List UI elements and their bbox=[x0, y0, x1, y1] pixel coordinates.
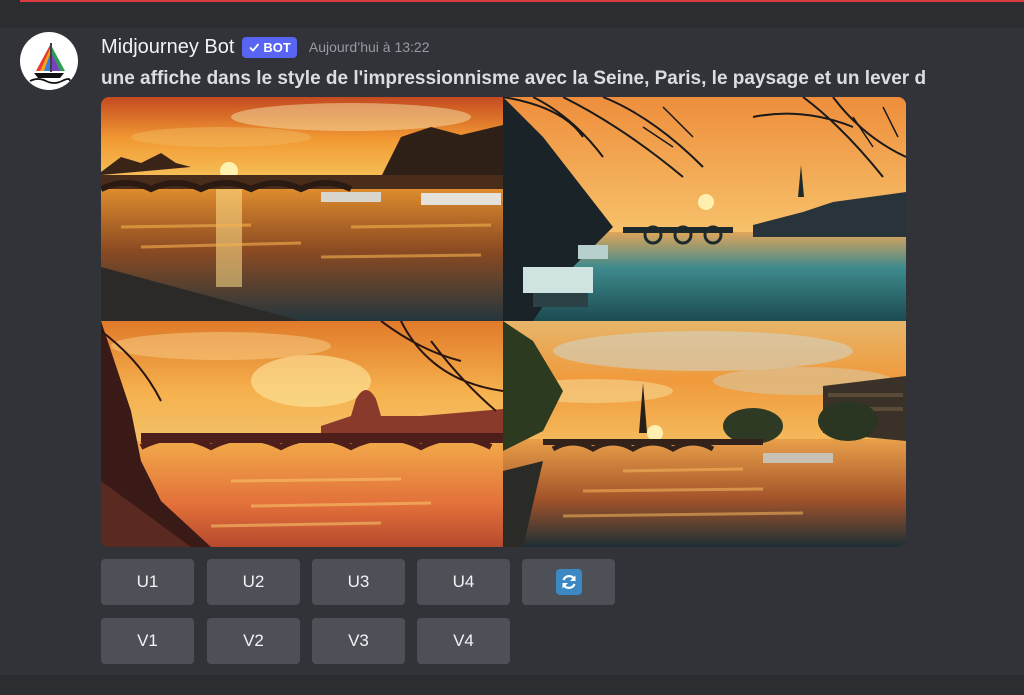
image-tile-2[interactable] bbox=[503, 97, 906, 321]
sailboat-logo-icon bbox=[29, 43, 71, 84]
generated-image-2 bbox=[503, 97, 906, 321]
v4-button[interactable]: V4 bbox=[417, 618, 510, 664]
bot-badge: BOT bbox=[242, 36, 297, 58]
v3-button[interactable]: V3 bbox=[312, 618, 405, 664]
image-tile-1[interactable] bbox=[101, 97, 503, 321]
image-grid[interactable] bbox=[101, 97, 906, 547]
author-name[interactable]: Midjourney Bot bbox=[101, 36, 234, 59]
prompt-text: une affiche dans le style de l'impressio… bbox=[101, 68, 927, 89]
u1-button[interactable]: U1 bbox=[101, 559, 194, 605]
v2-button[interactable]: V2 bbox=[207, 618, 300, 664]
reroll-button[interactable] bbox=[522, 559, 615, 605]
message-header: Midjourney Bot BOT Aujourd’hui à 13:22 bbox=[101, 34, 430, 60]
generated-image-3 bbox=[101, 321, 503, 547]
bot-badge-label: BOT bbox=[263, 39, 291, 55]
refresh-arrows-svg bbox=[561, 575, 576, 589]
refresh-icon bbox=[555, 569, 582, 595]
u2-button[interactable]: U2 bbox=[207, 559, 300, 605]
image-tile-3[interactable] bbox=[101, 321, 503, 547]
channel-top-strip bbox=[0, 0, 1024, 28]
v1-button[interactable]: V1 bbox=[101, 618, 194, 664]
generated-image-1 bbox=[101, 97, 503, 321]
checkmark-icon bbox=[249, 43, 260, 52]
u3-button[interactable]: U3 bbox=[312, 559, 405, 605]
top-divider bbox=[20, 0, 1024, 2]
message-timestamp: Aujourd’hui à 13:22 bbox=[308, 39, 430, 55]
bot-avatar[interactable] bbox=[20, 32, 78, 90]
u4-button[interactable]: U4 bbox=[417, 559, 510, 605]
image-tile-4[interactable] bbox=[503, 321, 906, 547]
generated-image-4 bbox=[503, 321, 906, 547]
channel-bottom-strip bbox=[0, 675, 1024, 695]
